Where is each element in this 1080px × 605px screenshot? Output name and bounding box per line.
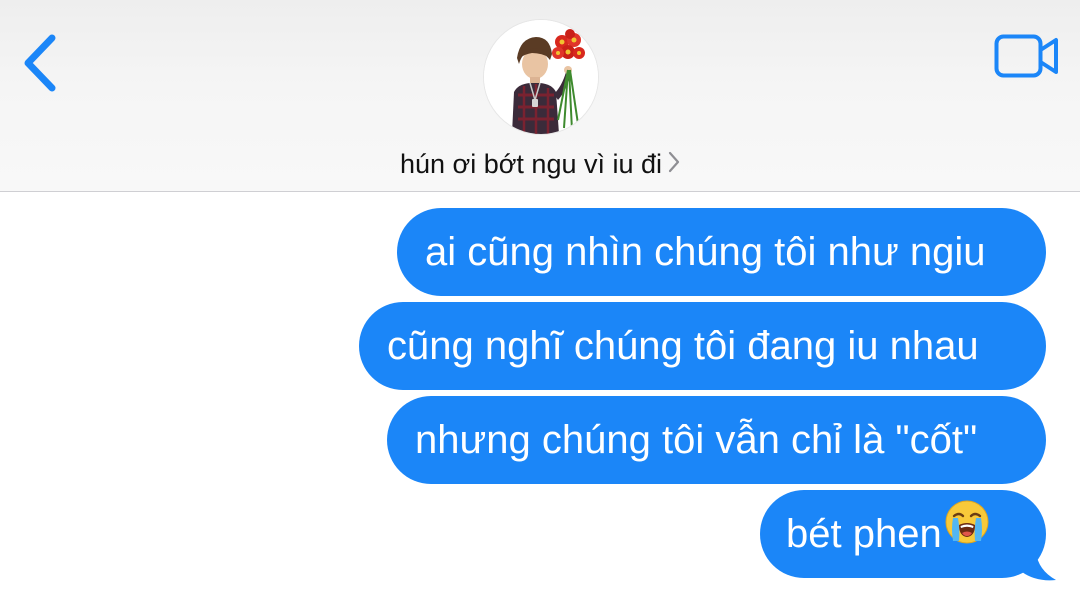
loudly-crying-face-emoji xyxy=(944,488,990,576)
avatar-image xyxy=(484,20,598,134)
message-text: bét phen xyxy=(786,512,942,556)
contact-avatar[interactable] xyxy=(484,20,598,134)
chevron-right-icon xyxy=(668,146,680,182)
bubble-tail xyxy=(1022,552,1056,581)
chevron-left-icon xyxy=(24,34,56,92)
video-call-button[interactable] xyxy=(994,34,1060,78)
video-camera-icon xyxy=(994,34,1058,78)
message-bubble[interactable]: cũng nghĩ chúng tôi đang iu nhau xyxy=(359,302,1046,390)
message-bubble[interactable]: ai cũng nhìn chúng tôi như ngiu xyxy=(397,208,1046,296)
message-text: ai cũng nhìn chúng tôi như ngiu xyxy=(425,230,986,274)
message-thread[interactable]: ai cũng nhìn chúng tôi như ngiu cũng ngh… xyxy=(0,192,1080,605)
contact-name-button[interactable]: hún ơi bớt ngu vì iu đi xyxy=(0,146,1080,182)
message-text: cũng nghĩ chúng tôi đang iu nhau xyxy=(387,324,979,368)
contact-name: hún ơi bớt ngu vì iu đi xyxy=(399,149,663,179)
message-text: nhưng chúng tôi vẫn chỉ là "cốt" xyxy=(415,418,978,462)
message-bubble[interactable]: bét phen xyxy=(760,490,1046,578)
message-bubble[interactable]: nhưng chúng tôi vẫn chỉ là "cốt" xyxy=(387,396,1046,484)
conversation-header: hún ơi bớt ngu vì iu đi xyxy=(0,0,1080,192)
back-button[interactable] xyxy=(14,28,70,98)
